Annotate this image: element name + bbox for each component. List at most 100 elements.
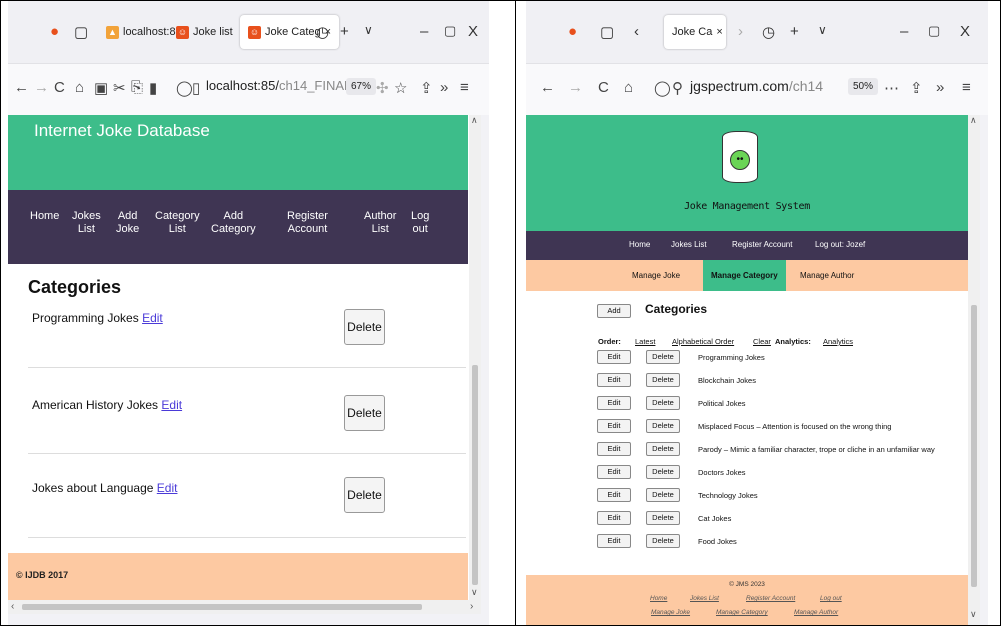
edit-button[interactable]: Edit	[597, 373, 631, 387]
forward-icon[interactable]: →	[34, 79, 49, 96]
edit-button[interactable]: Edit	[597, 350, 631, 364]
tab-list-icon[interactable]: ▢	[600, 23, 614, 41]
scroll-up-icon[interactable]: ∧	[471, 115, 478, 126]
copy-icon[interactable]: ⎘	[131, 79, 143, 96]
nav-jokes-list[interactable]: Jokes List	[671, 240, 707, 249]
tab-scroll-right-icon[interactable]: ›	[738, 23, 743, 40]
nav-jokes-list[interactable]: Jokes List	[72, 210, 101, 236]
nav-add-joke[interactable]: Add Joke	[116, 210, 139, 236]
tab-close-icon[interactable]: ×	[716, 26, 722, 38]
delete-button[interactable]: Delete	[646, 534, 680, 548]
left-tab-joke-list[interactable]: ☺ Joke list	[168, 15, 241, 49]
subnav-manage-category[interactable]: Manage Category	[703, 260, 786, 291]
back-icon[interactable]: ←	[540, 79, 555, 96]
scroll-right-icon[interactable]: ›	[470, 601, 473, 612]
shield-icon[interactable]: ◯	[176, 79, 193, 97]
cut-icon[interactable]: ✂	[113, 79, 126, 97]
minimize-icon[interactable]: –	[420, 23, 428, 40]
edit-button[interactable]: Edit	[597, 534, 631, 548]
reload-icon[interactable]: C	[54, 79, 65, 96]
reload-icon[interactable]: C	[598, 79, 609, 96]
history-icon[interactable]: ◷	[762, 23, 775, 41]
close-icon[interactable]: X	[960, 23, 970, 40]
overflow-menu-icon[interactable]: ≡	[962, 79, 971, 96]
nav-register-account[interactable]: Register Account	[287, 210, 328, 236]
tab-dropdown-icon[interactable]: ∨	[818, 23, 827, 37]
new-tab-icon[interactable]: +	[790, 23, 799, 40]
overflow-chevron-icon[interactable]: »	[936, 79, 944, 96]
edit-button[interactable]: Edit	[597, 511, 631, 525]
scrollbar-thumb[interactable]	[472, 365, 478, 585]
footer-link-log-out[interactable]: Log out	[820, 595, 842, 602]
edit-link[interactable]: Edit	[157, 481, 178, 495]
extension-icon[interactable]: ✣	[376, 79, 389, 97]
delete-button[interactable]: Delete	[646, 350, 680, 364]
save-icon[interactable]: ▣	[94, 79, 108, 97]
maximize-icon[interactable]: ▢	[928, 23, 940, 39]
order-latest-link[interactable]: Latest	[635, 337, 655, 346]
order-clear-link[interactable]: Clear	[753, 337, 771, 346]
edit-button[interactable]: Edit	[597, 442, 631, 456]
scroll-left-icon[interactable]: ‹	[11, 601, 14, 612]
edit-link[interactable]: Edit	[161, 398, 182, 412]
zoom-indicator[interactable]: 50%	[848, 78, 879, 95]
nav-home[interactable]: Home	[30, 210, 59, 223]
delete-button[interactable]: Delete	[646, 488, 680, 502]
edit-link[interactable]: Edit	[142, 311, 163, 325]
footer-link-jokes-list[interactable]: Jokes List	[690, 595, 719, 602]
footer-link-home[interactable]: Home	[650, 595, 667, 602]
footer-link-manage-author[interactable]: Manage Author	[794, 609, 838, 616]
delete-button[interactable]: Delete	[646, 396, 680, 410]
edit-button[interactable]: Edit	[597, 465, 631, 479]
nav-author-list[interactable]: Author List	[364, 210, 396, 236]
nav-add-category[interactable]: Add Category	[211, 210, 256, 236]
back-icon[interactable]: ←	[14, 79, 29, 96]
share-icon[interactable]: ⇪	[910, 79, 923, 97]
delete-button[interactable]: Delete	[646, 465, 680, 479]
order-alphabetical-link[interactable]: Alphabetical Order	[672, 337, 734, 346]
vertical-scrollbar[interactable]: ∧ ∨	[968, 115, 980, 625]
address-bar[interactable]: localhost:85/ch14_FINAL	[206, 78, 351, 93]
address-bar[interactable]: jgspectrum.com/ch14	[690, 78, 823, 94]
subnav-manage-author[interactable]: Manage Author	[792, 260, 862, 291]
share-icon[interactable]: ⇪	[420, 79, 433, 97]
new-tab-icon[interactable]: +	[340, 23, 349, 40]
tab-dropdown-icon[interactable]: ∨	[364, 23, 373, 37]
home-icon[interactable]: ⌂	[624, 79, 633, 96]
close-icon[interactable]: X	[468, 23, 478, 40]
nav-category-list[interactable]: Category List	[155, 210, 200, 236]
overflow-chevron-icon[interactable]: »	[440, 79, 448, 96]
overflow-menu-icon[interactable]: ≡	[460, 79, 469, 96]
edit-button[interactable]: Edit	[597, 396, 631, 410]
footer-link-manage-category[interactable]: Manage Category	[716, 609, 768, 616]
delete-button[interactable]: Delete	[344, 477, 385, 513]
delete-button[interactable]: Delete	[344, 309, 385, 345]
delete-button[interactable]: Delete	[344, 395, 385, 431]
delete-button[interactable]: Delete	[646, 511, 680, 525]
delete-button[interactable]: Delete	[646, 419, 680, 433]
home-icon[interactable]: ⌂	[75, 79, 84, 96]
tab-scroll-left-icon[interactable]: ‹	[634, 23, 639, 40]
edit-button[interactable]: Edit	[597, 419, 631, 433]
tab-list-icon[interactable]: ▢	[74, 23, 88, 41]
nav-log-out[interactable]: Log out	[411, 210, 429, 236]
bookmark-star-icon[interactable]: ☆	[394, 79, 407, 97]
scroll-down-icon[interactable]: ∨	[471, 587, 478, 598]
footer-link-manage-joke[interactable]: Manage Joke	[651, 609, 690, 616]
right-tab-joke-category[interactable]: Joke Ca ×	[664, 15, 726, 49]
add-category-button[interactable]: Add	[597, 304, 631, 318]
horizontal-scrollbar[interactable]: ‹ ›	[8, 600, 481, 614]
minimize-icon[interactable]: –	[900, 23, 908, 40]
more-icon[interactable]: ⋯	[884, 79, 899, 97]
analytics-link[interactable]: Analytics	[823, 337, 853, 346]
maximize-icon[interactable]: ▢	[444, 23, 456, 39]
delete-button[interactable]: Delete	[646, 442, 680, 456]
vertical-scrollbar[interactable]: ∧ ∨	[469, 115, 481, 600]
paste-icon[interactable]: ▮	[149, 79, 157, 97]
nav-register-account[interactable]: Register Account	[732, 240, 792, 249]
subnav-manage-joke[interactable]: Manage Joke	[624, 260, 688, 291]
delete-button[interactable]: Delete	[646, 373, 680, 387]
edit-button[interactable]: Edit	[597, 488, 631, 502]
nav-home[interactable]: Home	[629, 240, 650, 249]
nav-log-out[interactable]: Log out: Jozef	[815, 240, 865, 249]
